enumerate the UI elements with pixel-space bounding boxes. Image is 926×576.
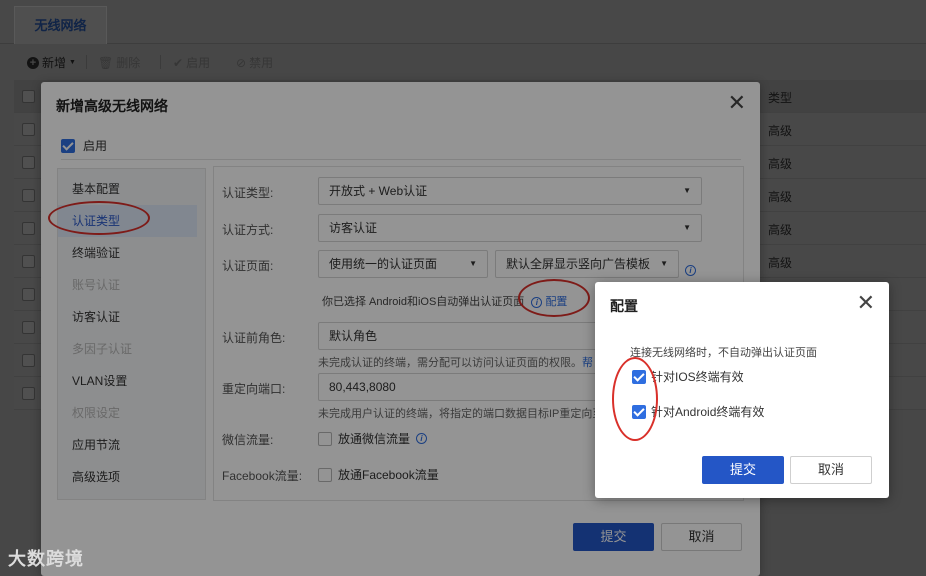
ios-option-label: 针对IOS终端有效 — [651, 370, 744, 384]
ios-checkbox[interactable] — [632, 369, 646, 384]
android-checkbox[interactable] — [632, 404, 646, 419]
config-dialog-title: 配置 — [610, 298, 638, 314]
config-dialog: 配置 ✕ 连接无线网络时，不自动弹出认证页面 针对IOS终端有效 针对Andro… — [595, 282, 889, 498]
ios-option[interactable]: 针对IOS终端有效 — [632, 368, 744, 385]
close-icon[interactable]: ✕ — [857, 290, 875, 316]
config-cancel-button[interactable]: 取消 — [790, 456, 872, 484]
config-description: 连接无线网络时，不自动弹出认证页面 — [630, 347, 817, 359]
android-option-label: 针对Android终端有效 — [651, 405, 765, 419]
watermark-text: 大数跨境 — [8, 549, 84, 569]
config-submit-button[interactable]: 提交 — [702, 456, 784, 484]
android-option[interactable]: 针对Android终端有效 — [632, 403, 764, 420]
watermark: 大数跨境 — [8, 545, 84, 571]
